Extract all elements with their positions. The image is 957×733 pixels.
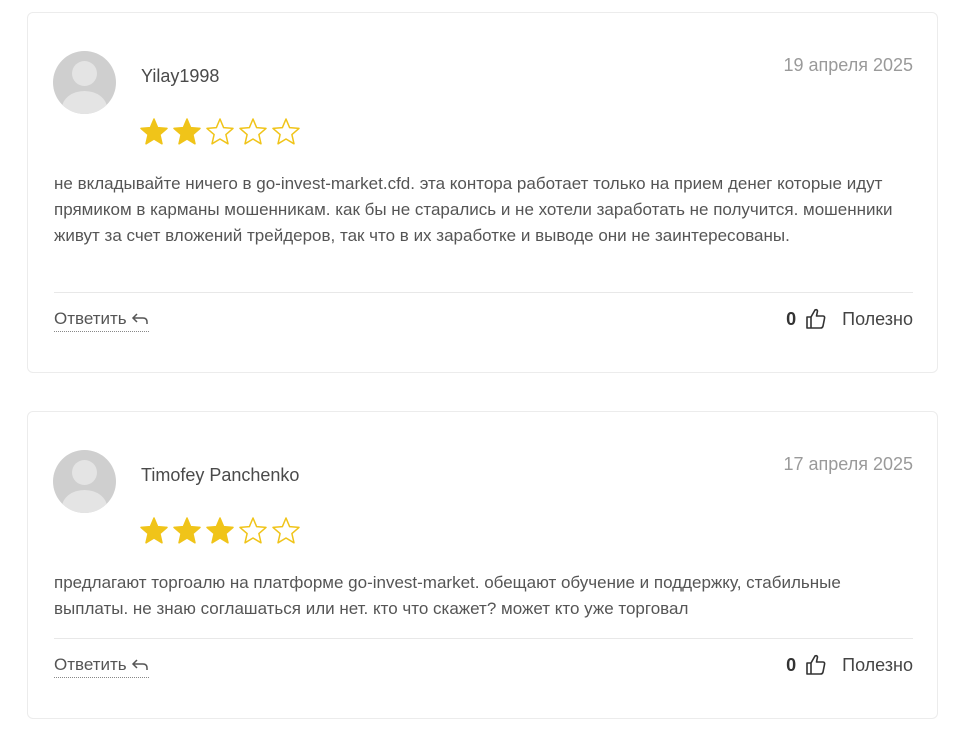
star-filled-icon <box>140 517 168 544</box>
star-empty-icon <box>239 118 267 145</box>
review-text: предлагают торгоалю на платформе go-inve… <box>54 573 841 618</box>
avatar-placeholder-icon <box>53 450 116 513</box>
divider <box>54 638 913 639</box>
review-author: Timofey Panchenko <box>141 465 300 485</box>
star-filled-icon <box>173 517 201 544</box>
helpful-section: 0 Полезно <box>786 307 913 331</box>
reply-link[interactable]: Ответить <box>54 309 149 332</box>
reply-link[interactable]: Ответить <box>54 655 149 678</box>
review-card: Yilay1998 19 апреля 2025 не вкладывайте … <box>27 12 938 373</box>
helpful-section: 0 Полезно <box>786 653 913 677</box>
reply-label: Ответить <box>54 655 127 674</box>
star-rating <box>139 516 301 546</box>
reply-arrow-icon <box>131 313 148 324</box>
avatar-placeholder-icon <box>53 51 116 114</box>
star-filled-icon <box>206 517 234 544</box>
star-filled-icon <box>140 118 168 145</box>
star-empty-icon <box>272 118 300 145</box>
star-empty-icon <box>239 517 267 544</box>
review-text: не вкладывайте ничего в go-invest-market… <box>54 174 893 245</box>
review-date: 17 апреля 2025 <box>783 454 914 474</box>
helpful-count: 0 <box>786 654 797 675</box>
divider <box>54 292 913 293</box>
review-card: Timofey Panchenko 17 апреля 2025 предлаг… <box>27 411 938 719</box>
helpful-count: 0 <box>786 308 797 329</box>
review-date: 19 апреля 2025 <box>783 55 914 75</box>
helpful-label[interactable]: Полезно <box>842 309 913 330</box>
thumbs-up-icon[interactable] <box>804 653 828 677</box>
reply-label: Ответить <box>54 309 127 328</box>
star-filled-icon <box>173 118 201 145</box>
star-empty-icon <box>206 118 234 145</box>
star-empty-icon <box>272 517 300 544</box>
review-author: Yilay1998 <box>141 66 220 86</box>
helpful-label[interactable]: Полезно <box>842 655 913 676</box>
reply-arrow-icon <box>131 659 148 670</box>
star-rating <box>139 117 301 147</box>
thumbs-up-icon[interactable] <box>804 307 828 331</box>
